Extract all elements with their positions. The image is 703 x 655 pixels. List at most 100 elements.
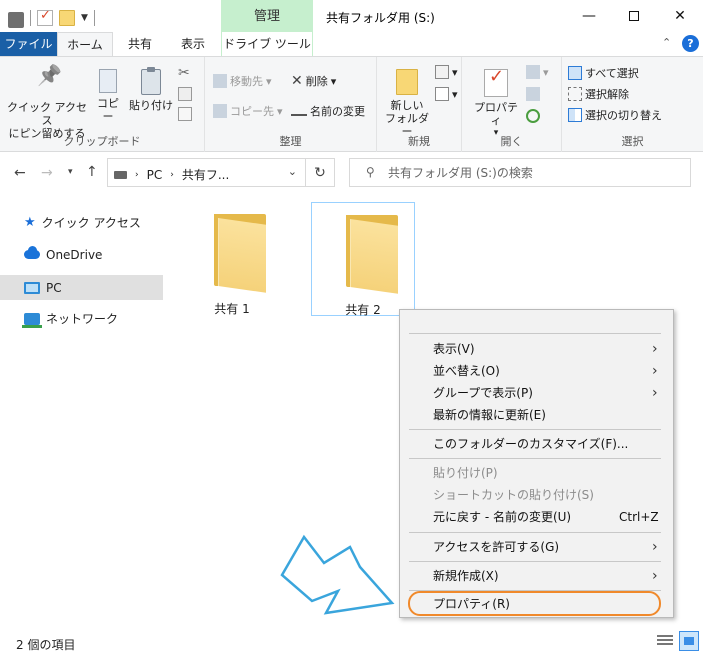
cloud-icon <box>24 246 40 259</box>
menu-item-label: 最新の情報に更新(E) <box>433 408 546 422</box>
close-button[interactable]: ✕ <box>657 0 703 32</box>
large-icons-view-icon[interactable] <box>679 631 699 651</box>
quick-access-toolbar: ▼ <box>8 8 95 28</box>
network-icon <box>22 312 42 328</box>
tab-view[interactable]: 表示 <box>167 32 219 56</box>
paste-label: 貼り付け <box>129 99 173 112</box>
breadcrumb-separator-icon[interactable]: › <box>170 170 174 180</box>
delete-x-icon: ✕ <box>291 73 303 89</box>
menu-separator <box>409 333 661 334</box>
recent-locations-chevron-icon[interactable]: ▾ <box>68 167 73 177</box>
properties-icon[interactable] <box>37 8 53 26</box>
menu-item-undo-rename[interactable]: 元に戻す - 名前の変更(U) Ctrl+Z <box>400 506 675 528</box>
back-arrow-icon[interactable]: ← <box>14 165 26 181</box>
breadcrumb-separator-icon[interactable]: › <box>135 170 139 180</box>
address-bar[interactable]: › PC › 共有フ... ⌄ <box>107 158 306 187</box>
history-button[interactable] <box>526 109 540 123</box>
copy-path-icon <box>178 87 192 101</box>
menu-item-view[interactable]: 表示(V) › <box>400 338 675 360</box>
folder-item-selected[interactable]: 共有 2 <box>311 202 415 317</box>
new-folder-icon[interactable] <box>59 10 75 26</box>
up-arrow-icon[interactable]: ↑ <box>86 164 98 180</box>
new-folder-icon <box>396 69 418 95</box>
menu-item-refresh[interactable]: 最新の情報に更新(E) <box>400 404 675 426</box>
collapse-ribbon-icon[interactable]: ⌃ <box>662 36 671 49</box>
menu-item-sort[interactable]: 並べ替え(O) › <box>400 360 675 382</box>
qat-separator <box>93 10 95 26</box>
rename-button[interactable]: 名前の変更 <box>291 103 365 119</box>
move-to-button[interactable]: 移動先 ▾ <box>213 73 272 89</box>
properties-button[interactable]: プロパティ ▾ <box>470 69 522 140</box>
copy-path-button[interactable] <box>178 87 192 101</box>
cut-button[interactable]: ✂ <box>178 65 190 81</box>
sidebar-item-quick-access[interactable]: ★ クイック アクセス <box>0 210 163 235</box>
menu-separator <box>409 458 661 459</box>
search-input[interactable] <box>388 164 678 182</box>
submenu-chevron-icon: › <box>652 341 658 357</box>
new-item-button[interactable]: ▾ <box>435 65 458 79</box>
sidebar-item-network[interactable]: ネットワーク <box>0 306 163 331</box>
new-folder-button[interactable]: 新しい フォルダー <box>381 69 433 138</box>
breadcrumb: › PC › 共有フ... <box>114 166 229 183</box>
invert-selection-icon <box>568 108 582 122</box>
invert-selection-button[interactable]: 選択の切り替え <box>568 107 662 123</box>
tab-drive-tools[interactable]: ドライブ ツール <box>221 32 313 56</box>
forward-arrow-icon[interactable]: → <box>41 165 53 181</box>
menu-item-give-access[interactable]: アクセスを許可する(G) › <box>400 536 675 558</box>
history-icon <box>526 109 540 123</box>
address-history-chevron-icon[interactable]: ⌄ <box>288 165 297 178</box>
group-clipboard: クイック アクセス にピン留めする コピー 貼り付け ✂ クリップボード <box>0 57 205 153</box>
refresh-button[interactable]: ↻ <box>306 158 335 187</box>
qat-separator <box>30 10 31 26</box>
edit-icon <box>526 87 540 101</box>
folder-icon <box>214 214 270 293</box>
menu-item-paste: 貼り付け(P) <box>400 462 675 484</box>
paste-icon <box>141 67 161 95</box>
select-all-button[interactable]: すべて選択 <box>568 65 639 81</box>
paste-shortcut-button[interactable] <box>178 107 192 121</box>
breadcrumb-pc[interactable]: PC <box>147 168 163 182</box>
status-bar: 2 個の項目 <box>0 630 703 655</box>
properties-label: プロパティ <box>474 101 518 127</box>
minimize-button[interactable]: — <box>566 0 612 32</box>
open-button[interactable]: ▾ <box>526 65 549 79</box>
tab-home[interactable]: ホーム <box>57 32 113 56</box>
menu-item-customize-folder[interactable]: このフォルダーのカスタマイズ(F)... <box>400 433 675 455</box>
select-none-label: 選択解除 <box>585 88 629 101</box>
submenu-chevron-icon: › <box>652 363 658 379</box>
select-all-icon <box>568 66 582 80</box>
dropdown-icon: ▾ <box>452 65 458 79</box>
copy-to-button[interactable]: コピー先 ▾ <box>213 103 283 119</box>
menu-item-label: 表示(V) <box>433 342 475 356</box>
easy-access-button[interactable]: ▾ <box>435 87 458 101</box>
tab-file[interactable]: ファイル <box>0 32 57 56</box>
edit-button[interactable] <box>526 87 540 101</box>
help-icon[interactable]: ? <box>682 35 699 52</box>
menu-item-label: アクセスを許可する(G) <box>433 540 560 554</box>
maximize-button[interactable] <box>611 0 657 32</box>
qat-customize-icon[interactable]: ▼ <box>81 13 88 23</box>
menu-item-group-by[interactable]: グループで表示(P) › <box>400 382 675 404</box>
breadcrumb-shared-folder[interactable]: 共有フ... <box>182 166 229 183</box>
manage-context-tab[interactable]: 管理 <box>221 0 313 32</box>
menu-item-paste-shortcut: ショートカットの貼り付け(S) <box>400 484 675 506</box>
tab-share[interactable]: 共有 <box>115 32 165 56</box>
menu-item-new[interactable]: 新規作成(X) › <box>400 565 675 587</box>
new-item-icon <box>435 65 449 79</box>
drive-icon <box>8 12 24 28</box>
search-box[interactable]: ⚲ <box>349 158 691 187</box>
group-label-clipboard: クリップボード <box>63 135 141 148</box>
folder-item[interactable]: 共有 1 <box>180 202 284 316</box>
menu-item-shortcut: Ctrl+Z <box>619 510 659 524</box>
sidebar-item-onedrive[interactable]: OneDrive <box>0 242 163 267</box>
select-none-button[interactable]: 選択解除 <box>568 86 629 102</box>
submenu-chevron-icon: › <box>652 539 658 555</box>
details-view-icon[interactable] <box>657 635 673 649</box>
delete-button[interactable]: ✕ 削除 ▾ <box>291 73 336 89</box>
copy-button[interactable]: コピー <box>92 69 124 123</box>
sidebar-item-pc[interactable]: PC <box>0 275 163 300</box>
ribbon-tabs: ファイル ホーム 共有 表示 ドライブ ツール <box>0 32 703 56</box>
pin-to-quick-access-button[interactable]: クイック アクセス にピン留めする <box>6 69 88 140</box>
menu-separator <box>409 429 661 430</box>
paste-button[interactable]: 貼り付け <box>128 67 174 112</box>
